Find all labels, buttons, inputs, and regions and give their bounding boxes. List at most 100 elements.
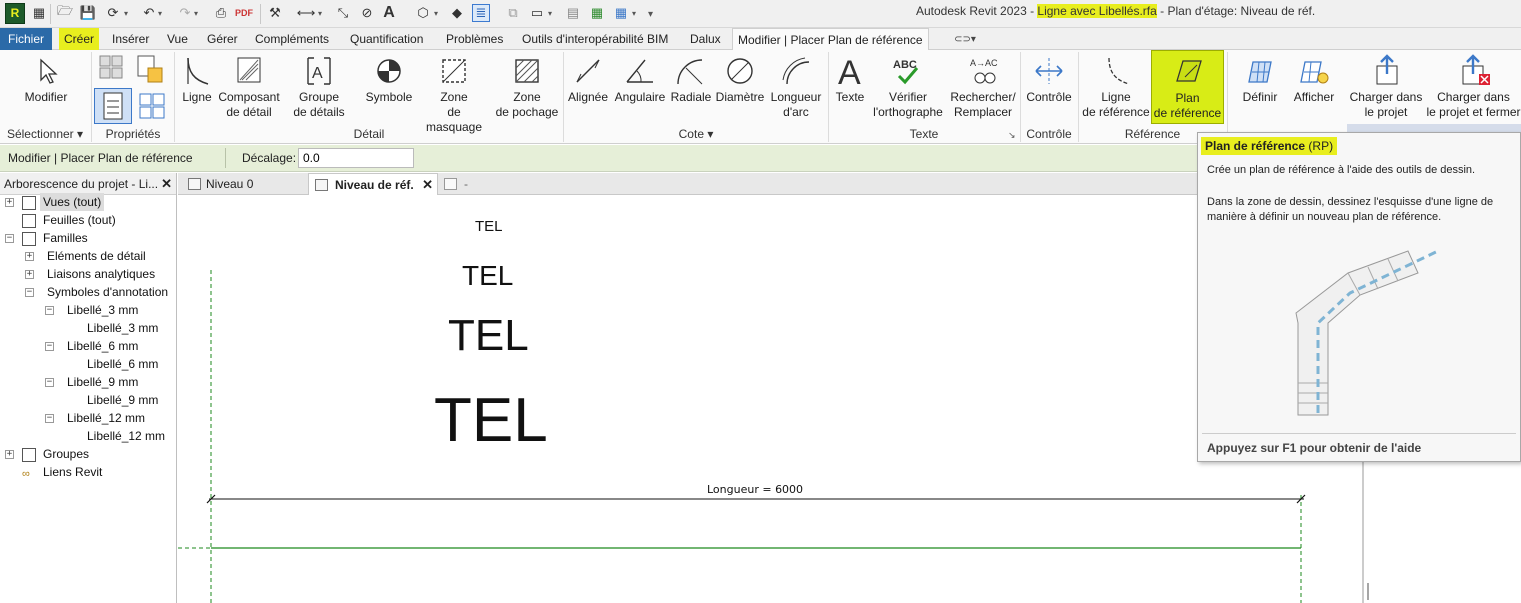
level-icon[interactable]: ▤: [564, 4, 582, 22]
close-icon[interactable]: ✕: [422, 174, 433, 196]
tab-inserer[interactable]: Insérer: [107, 28, 154, 50]
print-icon[interactable]: ⎙: [212, 4, 230, 22]
tag-icon[interactable]: ⊘: [358, 4, 376, 22]
symbole-button[interactable]: Symbole: [360, 50, 418, 126]
dimension-icon[interactable]: ⤡: [334, 4, 352, 22]
tab-gerer[interactable]: Gérer: [202, 28, 243, 50]
tree-item-vues[interactable]: Vues (tout): [40, 193, 105, 211]
group-label-selectionner[interactable]: Sélectionner ▾: [0, 126, 90, 143]
revit-logo[interactable]: R: [5, 3, 25, 24]
collapse-icon[interactable]: −: [5, 234, 14, 243]
tree-item-liaisons[interactable]: Liaisons analytiques: [47, 265, 155, 283]
tab-outils-bim[interactable]: Outils d'interopérabilité BIM: [517, 28, 673, 50]
tab-niveau-0[interactable]: Niveau 0: [182, 173, 306, 195]
undo-icon[interactable]: ↶: [140, 4, 158, 22]
alignee-button[interactable]: Alignée: [566, 50, 610, 126]
3d-view-icon[interactable]: ⬡: [414, 4, 432, 22]
tab-creer[interactable]: Créer: [59, 28, 100, 50]
tab-quantification[interactable]: Quantification: [345, 28, 428, 50]
charger-projet-button[interactable]: Charger dans le projet: [1348, 50, 1424, 126]
modifier-button[interactable]: Modifier: [8, 50, 84, 126]
blue-grid-icon[interactable]: ▦: [612, 4, 630, 22]
properties-type-icon[interactable]: [98, 54, 126, 82]
ligne-button[interactable]: Ligne: [178, 50, 216, 126]
definir-button[interactable]: Définir: [1234, 50, 1286, 126]
measure-icon[interactable]: ⟷: [297, 4, 316, 22]
texte-dialog-launcher-icon[interactable]: ↘: [1008, 130, 1016, 141]
section-icon[interactable]: ◆: [448, 4, 466, 22]
charger-fermer-button[interactable]: Charger dans le projet et fermer: [1426, 50, 1521, 126]
zone-masquage-button[interactable]: Zone de masquage: [418, 50, 490, 134]
verifier-orthographe-button[interactable]: ABC Vérifier l'orthographe: [870, 50, 946, 126]
tree-item-libelle-3[interactable]: Libellé_3 mm: [67, 301, 138, 319]
tab-fichier[interactable]: Fichier: [0, 28, 53, 50]
properties-icon[interactable]: [94, 88, 132, 124]
plan-reference-button[interactable]: Plan de référence: [1151, 50, 1224, 124]
expand-icon[interactable]: +: [25, 270, 34, 279]
tree-item-libelle-9[interactable]: Libellé_9 mm: [67, 373, 138, 391]
label-9mm[interactable]: TEL: [448, 311, 529, 361]
family-types-icon[interactable]: [134, 54, 166, 86]
green-grid-icon[interactable]: ▦: [588, 4, 606, 22]
expand-icon[interactable]: +: [5, 450, 14, 459]
expand-icon[interactable]: +: [5, 198, 14, 207]
radiale-button[interactable]: Radiale: [670, 50, 712, 126]
collapse-icon[interactable]: −: [45, 342, 54, 351]
dimension-text[interactable]: Longueur = 6000: [707, 483, 803, 496]
tree-item-libelle-6[interactable]: Libellé_6 mm: [67, 337, 138, 355]
open-icon[interactable]: 🗁: [56, 3, 74, 22]
redo-icon[interactable]: ↷: [176, 4, 194, 22]
collapse-icon[interactable]: −: [45, 378, 54, 387]
tree-item-familles[interactable]: Familles: [43, 229, 88, 247]
tab-overflow[interactable]: -: [440, 173, 480, 195]
tree-item-libelle-3-type[interactable]: Libellé_3 mm: [87, 319, 158, 337]
tree-item-libelle-6-type[interactable]: Libellé_6 mm: [87, 355, 158, 373]
label-6mm[interactable]: TEL: [462, 260, 513, 292]
ligne-reference-button[interactable]: Ligne de référence: [1082, 50, 1150, 126]
tree-item-feuilles[interactable]: Feuilles (tout): [43, 211, 116, 229]
switch-windows-icon[interactable]: ▭: [528, 4, 546, 22]
tree-item-symboles[interactable]: Symboles d'annotation: [47, 283, 168, 301]
group-label-cote[interactable]: Cote ▾: [564, 126, 828, 143]
home-icon[interactable]: ▦: [30, 4, 48, 22]
tab-problemes[interactable]: Problèmes: [441, 28, 508, 50]
close-icon[interactable]: ✕: [161, 173, 172, 195]
composant-detail-button[interactable]: Composant de détail: [216, 50, 282, 126]
longueur-arc-button[interactable]: Longueur d'arc: [768, 50, 824, 126]
expand-icon[interactable]: +: [25, 252, 34, 261]
groupe-details-button[interactable]: A Groupe de détails: [288, 50, 350, 126]
type-properties-icon[interactable]: [136, 90, 168, 122]
text-quick-icon[interactable]: A: [380, 4, 398, 22]
collapse-icon[interactable]: −: [45, 414, 54, 423]
tree-item-libelle-9-type[interactable]: Libellé_9 mm: [87, 391, 158, 409]
tree-item-elements-detail[interactable]: Eléments de détail: [47, 247, 146, 265]
modify-icon[interactable]: ⚒: [266, 4, 284, 22]
diametre-button[interactable]: Diamètre: [714, 50, 766, 126]
collapse-icon[interactable]: −: [25, 288, 34, 297]
tab-modifier-placer[interactable]: Modifier | Placer Plan de référence: [732, 28, 929, 51]
tree-item-liens-revit[interactable]: Liens Revit: [43, 463, 102, 481]
label-3mm[interactable]: TEL: [475, 218, 503, 235]
thin-lines-icon[interactable]: ≣: [472, 4, 490, 22]
controle-button[interactable]: Contrôle: [1022, 50, 1076, 126]
save-icon[interactable]: 💾: [79, 4, 97, 22]
ribbon-toggle-icon[interactable]: ⊂⊃▾: [952, 33, 978, 46]
pdf-icon[interactable]: PDF: [235, 4, 253, 22]
offset-input[interactable]: [298, 148, 414, 168]
sync-icon[interactable]: ⟳: [104, 4, 122, 22]
collapse-icon[interactable]: −: [45, 306, 54, 315]
tree-item-libelle-12-type[interactable]: Libellé_12 mm: [87, 427, 165, 445]
tab-vue[interactable]: Vue: [162, 28, 193, 50]
tab-niveau-ref[interactable]: Niveau de réf. ✕: [308, 173, 438, 195]
zone-pochage-button[interactable]: Zone de pochage: [494, 50, 560, 126]
rechercher-remplacer-button[interactable]: A→AC Rechercher/ Remplacer: [948, 50, 1018, 126]
tab-dalux[interactable]: Dalux: [685, 28, 726, 50]
label-12mm[interactable]: TEL: [434, 385, 548, 456]
tree-item-groupes[interactable]: Groupes: [43, 445, 89, 463]
close-hidden-icon[interactable]: ⧉: [504, 4, 522, 22]
texte-button[interactable]: A Texte: [830, 50, 870, 126]
angulaire-button[interactable]: Angulaire: [612, 50, 668, 126]
afficher-button[interactable]: Afficher: [1288, 50, 1340, 126]
tree-item-libelle-12[interactable]: Libellé_12 mm: [67, 409, 145, 427]
tab-complements[interactable]: Compléments: [250, 28, 334, 50]
